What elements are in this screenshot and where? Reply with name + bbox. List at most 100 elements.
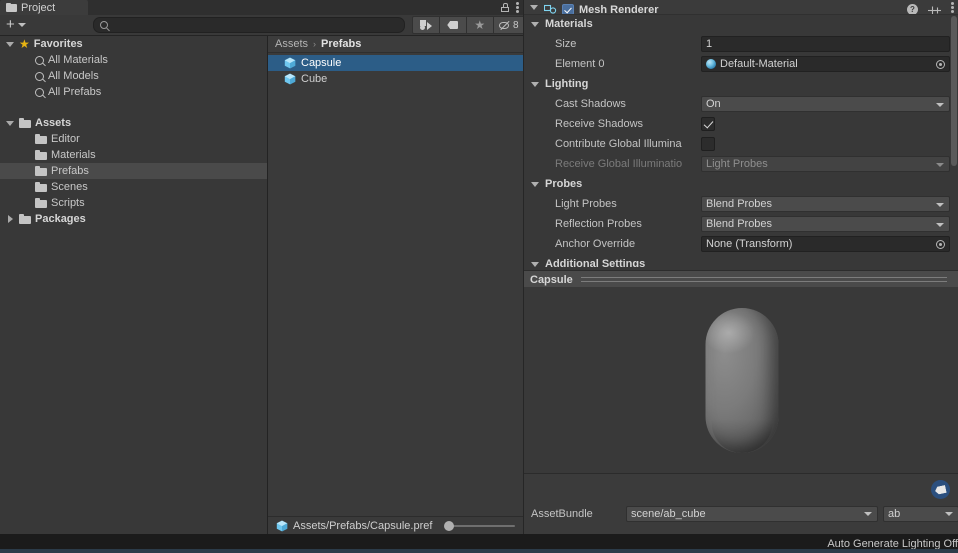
breadcrumb-item-prefabs[interactable]: Prefabs (321, 38, 361, 50)
section-header-probes[interactable]: Probes (524, 174, 958, 194)
section-header-lighting[interactable]: Lighting (524, 74, 958, 94)
component-header-mesh-renderer[interactable]: Mesh Renderer ? (524, 0, 958, 15)
sidebar-item-label: Assets (35, 117, 72, 129)
hidden-packages-button[interactable]: 8 (492, 16, 525, 34)
property-label: Element 0 (555, 58, 605, 70)
tab-project[interactable]: Project (0, 0, 88, 15)
chevron-down-icon[interactable] (6, 119, 15, 128)
selected-asset-path: Assets/Prefabs/Capsule.pref (293, 520, 433, 532)
cast-shadows-dropdown[interactable]: On (701, 96, 950, 112)
project-toolbar: + ★ 8 (0, 15, 525, 36)
receive-shadows-checkbox[interactable] (701, 117, 715, 131)
preview-title: Capsule (530, 273, 573, 286)
property-row: Anchor Override None (Transform) (524, 234, 958, 254)
sidebar-item-materials[interactable]: Materials (0, 147, 267, 163)
filter-by-label-button[interactable] (438, 16, 467, 34)
chevron-down-icon[interactable] (531, 180, 540, 189)
capsule-3d-preview[interactable] (705, 308, 778, 453)
preview-area[interactable] (524, 287, 958, 473)
list-item[interactable]: Capsule (268, 55, 523, 71)
object-picker-icon[interactable] (936, 60, 945, 69)
folder-icon (6, 3, 17, 12)
icon-size-slider[interactable] (444, 521, 515, 531)
chevron-right-icon[interactable] (6, 215, 15, 224)
kebab-menu-icon[interactable] (516, 2, 519, 13)
chevron-down-icon[interactable] (531, 260, 540, 267)
element-0-object-field[interactable]: Default-Material (701, 56, 950, 72)
sidebar-item-prefabs[interactable]: Prefabs (0, 163, 267, 179)
size-input[interactable]: 1 (701, 36, 950, 52)
section-header-additional-settings[interactable]: Additional Settings (524, 254, 958, 267)
assetbundle-variant-dropdown[interactable]: ab (883, 506, 958, 522)
chevron-down-icon (936, 203, 944, 207)
section-title: Materials (545, 18, 593, 30)
folder-icon (19, 118, 31, 128)
sidebar-item-all-models[interactable]: All Models (0, 68, 267, 84)
sidebar-item-packages[interactable]: Packages (0, 211, 267, 227)
list-item[interactable]: Cube (268, 71, 523, 87)
asset-label-icon[interactable] (931, 480, 950, 499)
project-tab-controls (501, 0, 519, 15)
sidebar-item-assets[interactable]: Assets (0, 115, 267, 131)
inspector-scrollbar[interactable] (950, 16, 958, 264)
prefab-icon (276, 520, 288, 532)
chevron-down-icon[interactable] (531, 20, 540, 29)
filter-by-type-button[interactable] (411, 16, 440, 34)
status-message: Auto Generate Lighting Off (827, 537, 958, 550)
chevron-down-icon (936, 163, 944, 167)
light-probes-dropdown[interactable]: Blend Probes (701, 196, 950, 212)
chevron-down-icon (864, 512, 872, 516)
help-icon[interactable]: ? (907, 3, 918, 14)
folder-icon (19, 214, 31, 224)
contribute-global-illumina-checkbox[interactable] (701, 137, 715, 151)
assetbundle-area: AssetBundle scene/ab_cube ab (524, 473, 958, 535)
folder-icon (35, 150, 47, 160)
assetbundle-variant-value: ab (888, 508, 901, 520)
sidebar-item-all-prefabs[interactable]: All Prefabs (0, 84, 267, 100)
breadcrumb: Assets › Prefabs (268, 36, 523, 53)
asset-name-label: Cube (301, 73, 328, 85)
anchor-override-object-field[interactable]: None (Transform) (701, 236, 950, 252)
assetbundle-row: AssetBundle scene/ab_cube ab (524, 505, 958, 523)
sidebar-item-all-materials[interactable]: All Materials (0, 52, 267, 68)
create-asset-button[interactable]: + (4, 17, 30, 34)
property-value: None (Transform) (706, 238, 793, 250)
inspector-scroll-area: Materials Size 1 Element 0 Default-Material L… (524, 14, 958, 267)
project-tabbar: Project (0, 0, 523, 15)
sidebar-item-favorites[interactable]: ★ Favorites (0, 36, 267, 52)
search-input[interactable] (111, 19, 398, 31)
assetbundle-name-dropdown[interactable]: scene/ab_cube (626, 506, 878, 522)
section-header-materials[interactable]: Materials (524, 14, 958, 34)
sidebar-item-label: Scripts (51, 197, 85, 209)
chevron-down-icon[interactable] (531, 80, 540, 89)
sidebar-item-scripts[interactable]: Scripts (0, 195, 267, 211)
sidebar-item-label: All Prefabs (48, 86, 102, 98)
preview-drag-handle[interactable] (580, 277, 947, 282)
search-input-wrapper[interactable] (92, 17, 405, 33)
property-label: Receive Global Illuminatio (555, 158, 683, 170)
breadcrumb-item-assets[interactable]: Assets (275, 38, 308, 50)
chevron-down-icon (936, 103, 944, 107)
foldout-arrow-icon[interactable] (530, 3, 539, 12)
folder-icon (35, 198, 47, 208)
inspector-panel: Mesh Renderer ? Materials Size 1 Element 0 D… (523, 0, 958, 535)
filter-favorites-button[interactable]: ★ (465, 16, 494, 34)
scrollbar-thumb[interactable] (951, 16, 957, 166)
bottom-strip (0, 549, 958, 553)
star-icon: ★ (19, 36, 30, 51)
component-enabled-checkbox[interactable] (562, 3, 574, 14)
property-value: On (706, 98, 721, 110)
lock-icon[interactable] (501, 3, 509, 12)
folder-icon (35, 134, 47, 144)
sidebar-item-scenes[interactable]: Scenes (0, 179, 267, 195)
kebab-menu-icon[interactable] (951, 1, 954, 13)
unity-editor-window: Project + ★ 8 ★ Favorites All Materials … (0, 0, 958, 553)
chevron-down-icon[interactable] (6, 40, 15, 49)
reflection-probes-dropdown[interactable]: Blend Probes (701, 216, 950, 232)
object-picker-icon[interactable] (936, 240, 945, 249)
receive-global-illuminatio-dropdown: Light Probes (701, 156, 950, 172)
search-icon (35, 87, 44, 97)
sidebar-item-editor[interactable]: Editor (0, 131, 267, 147)
sidebar-item-label: Packages (35, 213, 86, 225)
asset-name-label: Capsule (301, 57, 342, 69)
